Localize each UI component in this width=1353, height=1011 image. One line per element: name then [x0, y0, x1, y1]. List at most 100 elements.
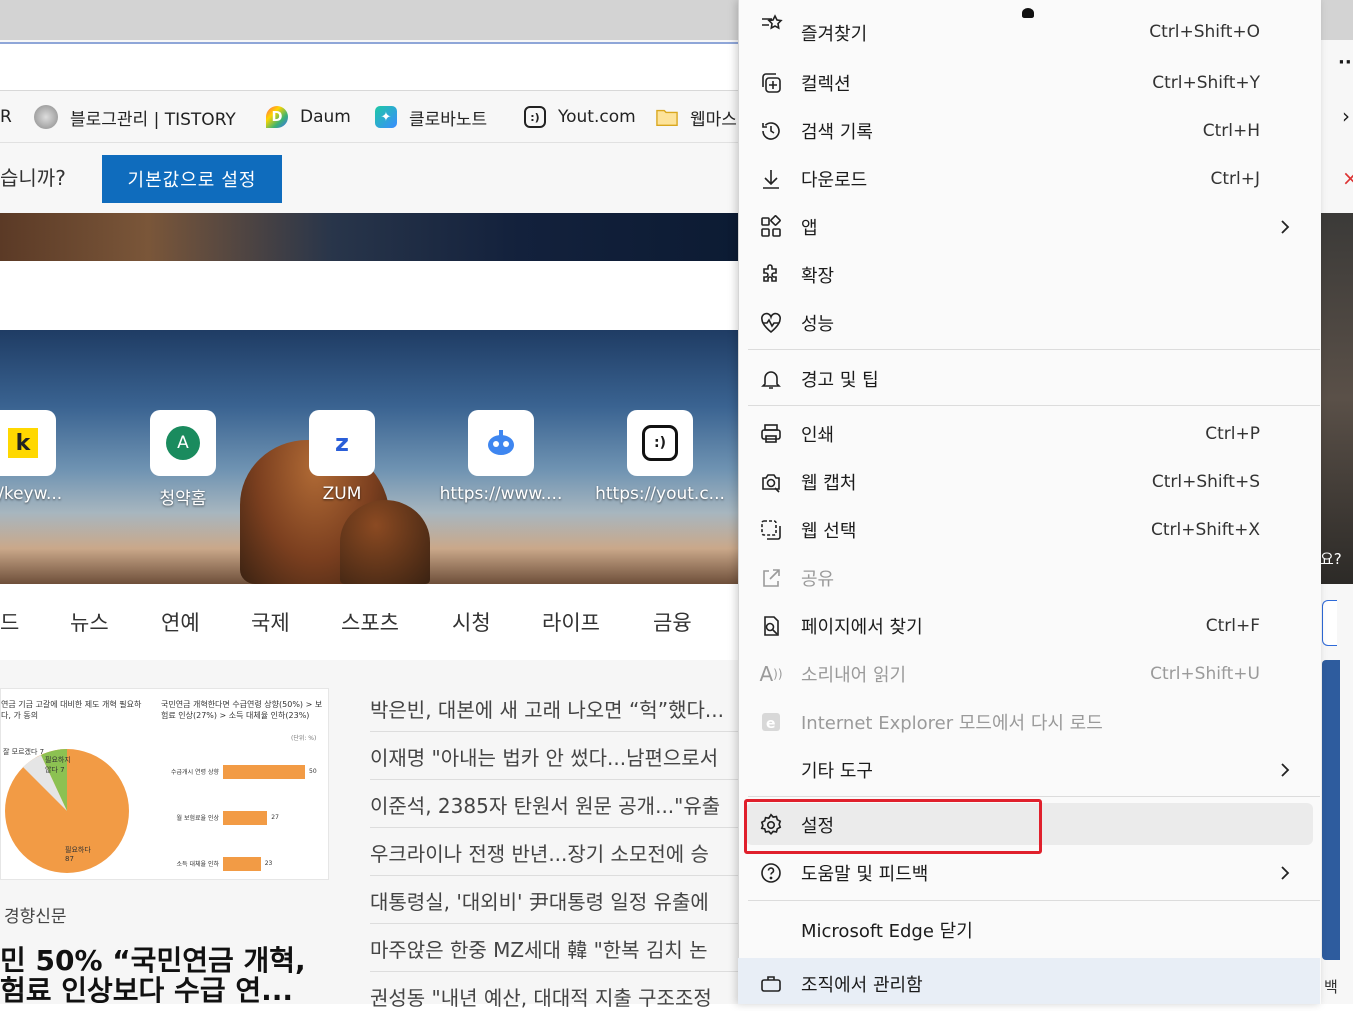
right-edge-text: 백: [1324, 978, 1338, 996]
ie-icon: e: [758, 709, 784, 735]
menu-item-apps[interactable]: 앱: [738, 203, 1320, 251]
favorite-tistory[interactable]: 블로그관리 | TISTORY: [34, 104, 236, 130]
right-edge-button[interactable]: [1322, 600, 1337, 646]
menu-item-read-aloud[interactable]: A)) 소리내어 읽기 Ctrl+Shift+U: [738, 650, 1320, 698]
bar: [223, 857, 261, 871]
menu-item-favorites[interactable]: 즐겨찾기 Ctrl+Shift+O: [738, 14, 1320, 54]
menu-separator: [748, 796, 1320, 797]
nav-tab-news[interactable]: 뉴스: [70, 607, 109, 637]
divider: [370, 779, 740, 780]
help-icon: [758, 860, 784, 886]
favorite-yout[interactable]: :) Yout.com: [524, 104, 636, 130]
news-headline[interactable]: 민 50% “국민연금 개혁, 험료 인상보다 수급 연...: [0, 946, 330, 1006]
favorite-item[interactable]: R: [0, 104, 12, 130]
nav-tab-sports[interactable]: 스포츠: [341, 607, 399, 637]
bell-icon: [758, 366, 784, 392]
quicklink-label: https://yout.c...: [595, 484, 725, 504]
menu-item-ie-mode[interactable]: e Internet Explorer 모드에서 다시 로드: [738, 698, 1320, 746]
quicklink-tile-applyhome[interactable]: A: [150, 410, 216, 476]
menu-item-managed[interactable]: 조직에서 관리함: [738, 961, 1320, 1007]
menu-separator: [748, 405, 1320, 406]
history-icon: [758, 118, 784, 144]
briefcase-icon: [758, 971, 784, 997]
collections-icon: [758, 70, 784, 96]
news-link[interactable]: 이재명 "아내는 법카 안 썼다...남편으로서: [370, 742, 718, 771]
menu-item-find-on-page[interactable]: 페이지에서 찾기 Ctrl+F: [738, 602, 1320, 650]
favorite-clova[interactable]: ✦ 클로바노트: [375, 104, 487, 130]
address-bar[interactable]: [0, 42, 740, 91]
menu-item-more-tools[interactable]: 기타 도구: [738, 746, 1320, 794]
pie-label: 잘 모르겠다 7: [3, 748, 45, 756]
menu-separator: [748, 900, 1320, 901]
zum-icon: z: [335, 429, 349, 457]
more-icon[interactable]: ··: [1338, 52, 1352, 73]
divider: [370, 827, 740, 828]
tistory-icon: [34, 105, 58, 129]
menu-item-share[interactable]: 공유: [738, 554, 1320, 602]
news-link[interactable]: 마주앉은 한중 MZ세대 韓 "한복 김치 논: [370, 934, 708, 963]
bar-value: 27: [271, 814, 279, 821]
nav-tab-watch[interactable]: 시청: [452, 607, 491, 637]
robot-icon: [483, 428, 519, 458]
chevron-right-icon[interactable]: ›: [1342, 104, 1350, 128]
chevron-right-icon: [1278, 220, 1292, 234]
news-link[interactable]: 대통령실, '대외비' 尹대통령 일정 유출에: [370, 886, 709, 915]
quicklink-label: s://keyw...: [0, 484, 63, 504]
nav-tab-finance[interactable]: 금융: [653, 607, 692, 637]
quicklink-tile-keyword[interactable]: k: [0, 410, 56, 476]
menu-item-history[interactable]: 검색 기록 Ctrl+H: [738, 107, 1320, 155]
nav-tab-world[interactable]: 국제: [251, 607, 290, 637]
yout-icon: :): [642, 425, 678, 461]
favorite-daum[interactable]: D Daum: [266, 104, 351, 130]
divider: [370, 971, 740, 972]
print-icon: [758, 421, 784, 447]
chart-right-unit: (단위: %): [291, 735, 317, 742]
headline-line: 험료 인상보다 수급 연...: [0, 974, 293, 1007]
menu-item-downloads[interactable]: 다운로드 Ctrl+J: [738, 155, 1320, 203]
right-edge-text: 요?: [1320, 550, 1342, 568]
favorite-folder[interactable]: 웹마스: [656, 104, 737, 130]
bar: [223, 811, 268, 825]
divider: [370, 923, 740, 924]
news-link[interactable]: 박은빈, 대본에 새 고래 나오면 “헉”했다...: [370, 694, 724, 723]
nav-tab-life[interactable]: 라이프: [542, 607, 600, 637]
news-link[interactable]: 우크라이나 전쟁 반년...장기 소모전에 승: [370, 838, 709, 867]
menu-item-help-feedback[interactable]: 도움말 및 피드백: [738, 849, 1320, 897]
news-link[interactable]: 권성동 "내년 예산, 대대적 지출 구조조정: [370, 982, 712, 1011]
right-edge-card: [1322, 660, 1340, 960]
share-icon: [758, 565, 784, 591]
menu-item-performance[interactable]: 성능: [738, 299, 1320, 347]
k-icon: k: [8, 428, 38, 458]
quicklink-tile-zum[interactable]: z: [309, 410, 375, 476]
nav-tab[interactable]: 드: [0, 607, 19, 637]
menu-item-collections[interactable]: 컬렉션 Ctrl+Shift+Y: [738, 59, 1320, 107]
menu-separator: [748, 349, 1320, 350]
background-image-strip: [0, 213, 740, 261]
bar-value: 50: [309, 768, 317, 775]
applyhome-icon: A: [166, 426, 200, 460]
chevron-right-icon: [1278, 763, 1292, 777]
close-icon[interactable]: ×: [1342, 166, 1353, 190]
news-link[interactable]: 이준석, 2385자 탄원서 원문 공개..."유출: [370, 790, 720, 819]
infobar-text: 습니까?: [0, 166, 66, 190]
daum-icon: D: [266, 106, 288, 128]
divider: [370, 731, 740, 732]
menu-item-extensions[interactable]: 확장: [738, 251, 1320, 299]
menu-item-close-edge[interactable]: Microsoft Edge 닫기: [738, 906, 1320, 954]
news-thumbnail[interactable]: 연금 기금 고갈에 대비한 제도 개혁 필요하다, 가 동의 잘 모르겠다 7 …: [0, 688, 329, 880]
menu-item-alerts-tips[interactable]: 경고 및 팁: [738, 355, 1320, 403]
apps-icon: [758, 214, 784, 240]
download-icon: [758, 166, 784, 192]
quicklink-tile-yout[interactable]: :): [627, 410, 693, 476]
favorites-icon: [758, 14, 784, 38]
set-default-button[interactable]: 기본값으로 설정: [102, 155, 282, 203]
read-aloud-icon: A)): [759, 662, 783, 686]
menu-item-print[interactable]: 인쇄 Ctrl+P: [738, 410, 1320, 458]
menu-item-web-select[interactable]: 웹 선택 Ctrl+Shift+X: [738, 506, 1320, 554]
quicklink-tile-www[interactable]: [468, 410, 534, 476]
news-source: 경향신문: [4, 907, 67, 927]
clova-icon: ✦: [375, 106, 397, 128]
nav-tab-entertainment[interactable]: 연예: [161, 607, 200, 637]
menu-item-web-capture[interactable]: 웹 캡처 Ctrl+Shift+S: [738, 458, 1320, 506]
bar-label: 소득 대체율 인하: [176, 861, 219, 868]
